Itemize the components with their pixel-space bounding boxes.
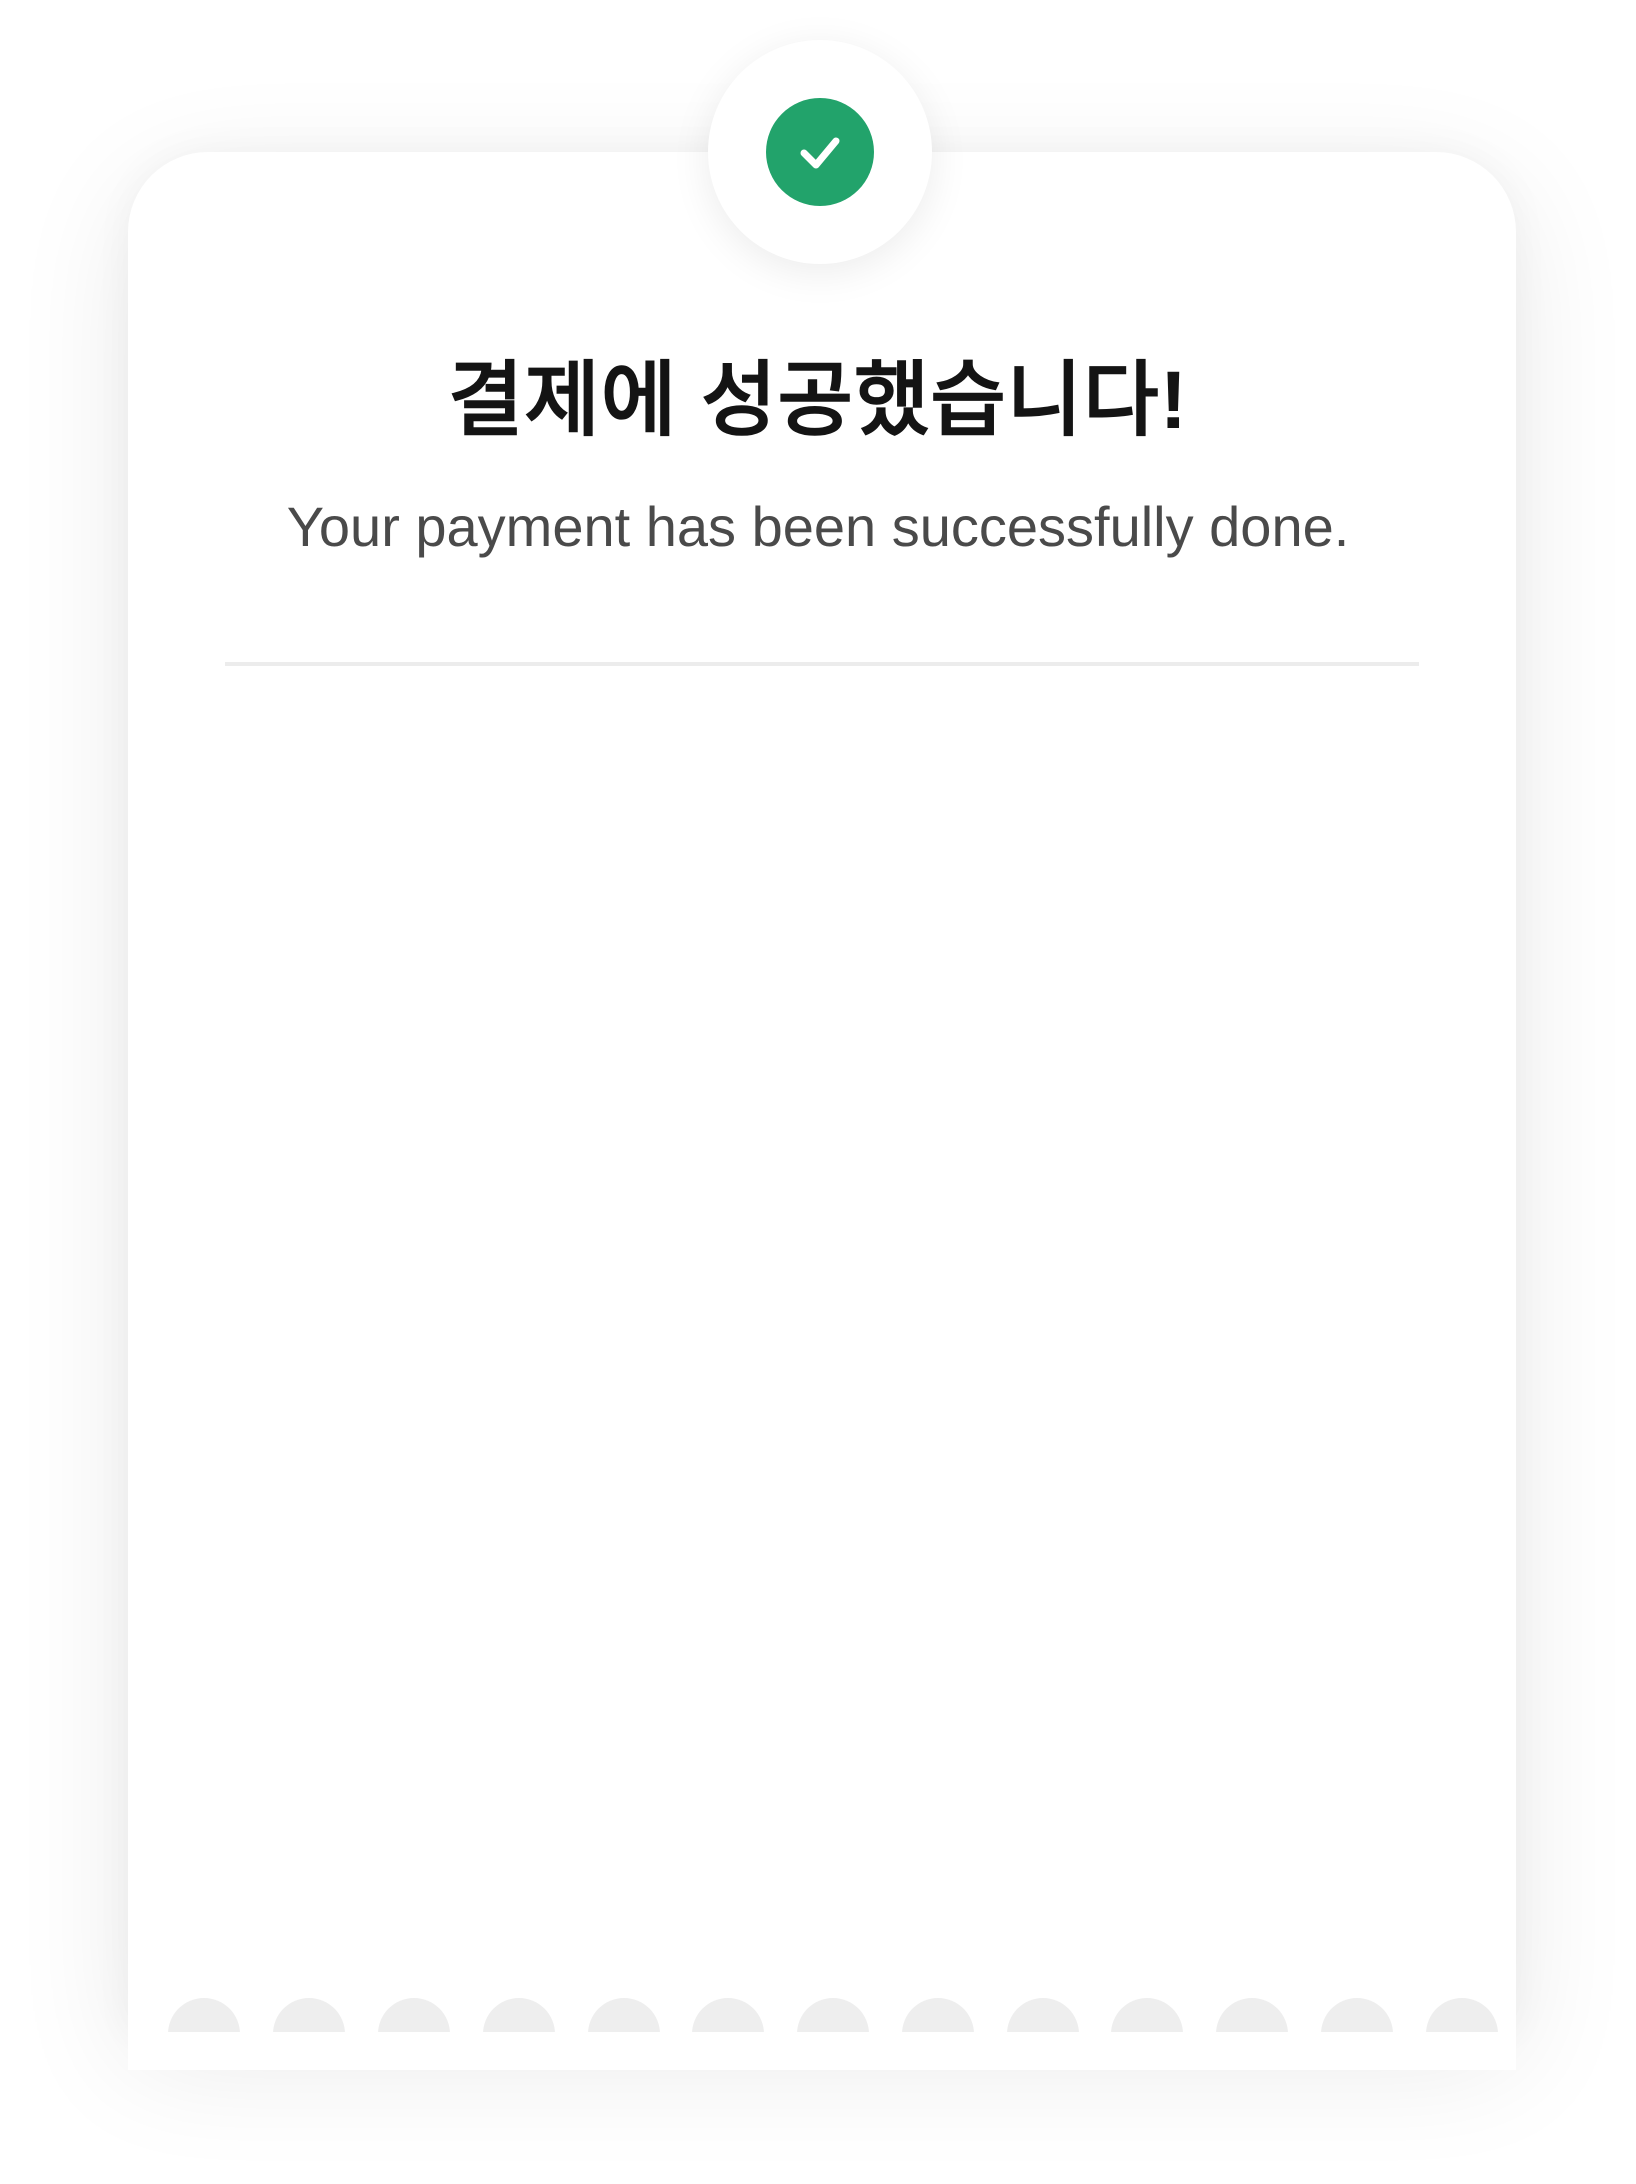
check-icon — [800, 137, 840, 169]
edge-mask — [128, 2032, 1516, 2070]
divider — [225, 662, 1419, 666]
success-check-circle — [766, 98, 874, 206]
receipt-torn-edge — [128, 1990, 1516, 2070]
page-subtitle: Your payment has been successfully done. — [286, 495, 1350, 558]
page-title: 결제에 성공했습니다! — [447, 355, 1189, 446]
success-badge — [708, 40, 932, 264]
